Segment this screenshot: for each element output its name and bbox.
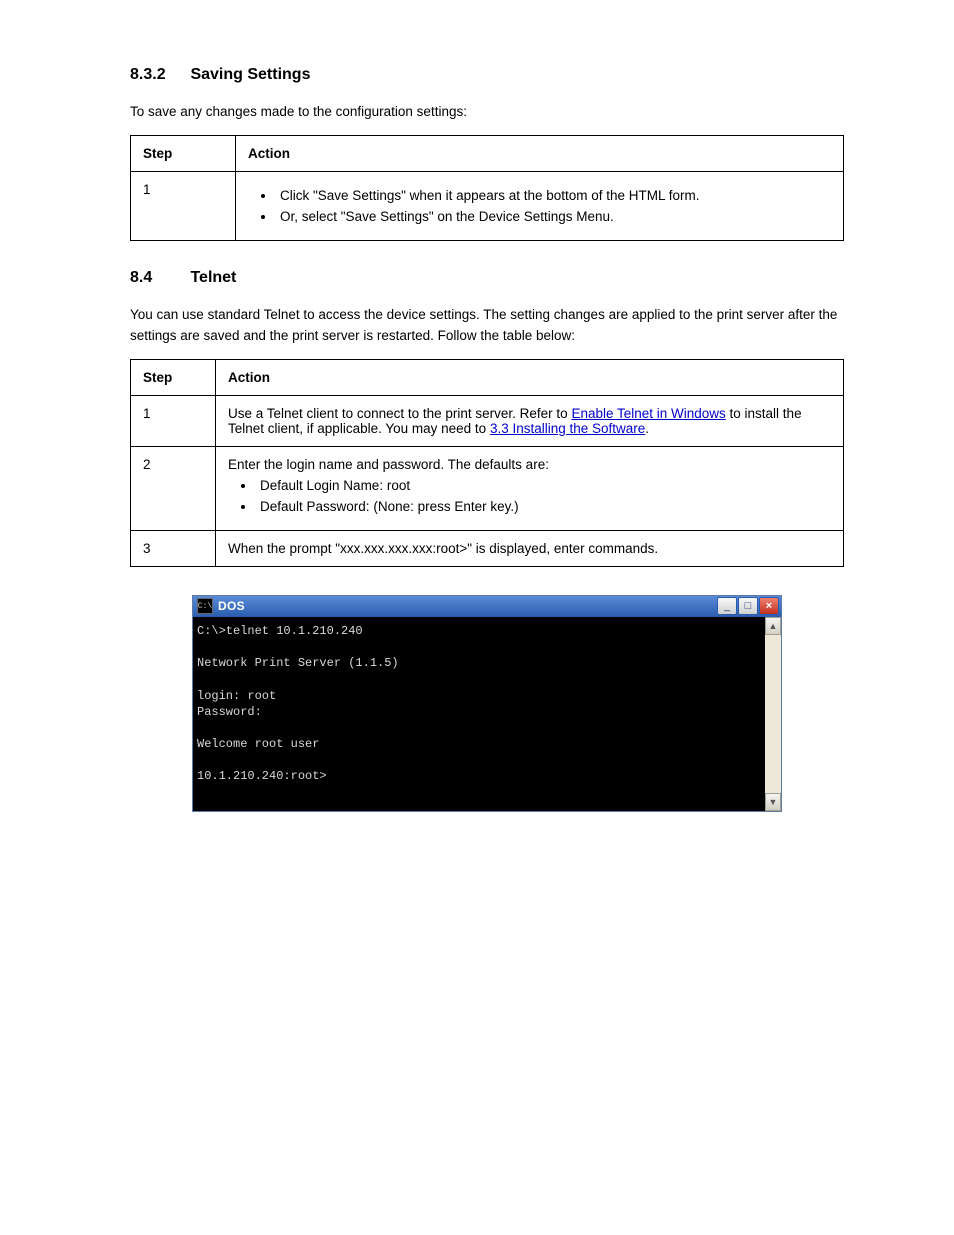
chevron-down-icon: ▼ <box>769 797 778 807</box>
col-action: Action <box>236 135 844 171</box>
table-row: 2 Enter the login name and password. The… <box>131 446 844 530</box>
minimize-icon: _ <box>724 600 730 612</box>
heading-number: 8.3.2 <box>130 66 186 84</box>
section-heading-telnet: 8.4 Telnet <box>130 269 844 287</box>
table-row: 3 When the prompt "xxx.xxx.xxx.xxx:root>… <box>131 530 844 566</box>
minimize-button[interactable]: _ <box>717 597 737 615</box>
col-step: Step <box>131 135 236 171</box>
col-action: Action <box>216 359 844 395</box>
step-action: Use a Telnet client to connect to the pr… <box>216 395 844 446</box>
cmd-icon: C:\ <box>197 598 213 614</box>
close-icon: × <box>766 600 772 612</box>
vertical-scrollbar[interactable]: ▲ ▼ <box>765 617 781 811</box>
step-number: 1 <box>131 395 216 446</box>
heading-number: 8.4 <box>130 269 186 287</box>
maximize-button[interactable]: □ <box>738 597 758 615</box>
link-installing-software[interactable]: 3.3 Installing the Software <box>490 421 645 436</box>
label-default-password: Default Password: <box>260 499 370 514</box>
table-header-row: Step Action <box>131 359 844 395</box>
saving-settings-table: Step Action 1 Click "Save Settings" when… <box>130 135 844 241</box>
maximize-icon: □ <box>745 600 752 612</box>
scroll-up-button[interactable]: ▲ <box>765 617 781 635</box>
table-header-row: Step Action <box>131 135 844 171</box>
section-heading-saving-settings: 8.3.2 Saving Settings <box>130 66 844 84</box>
step-action: Click "Save Settings" when it appears at… <box>236 171 844 240</box>
list-item: Default Password: (None: press Enter key… <box>256 499 831 514</box>
label-default-login: Default Login Name: <box>260 478 383 493</box>
text-fragment: Use a Telnet client to connect to the pr… <box>228 406 571 421</box>
step-action: Enter the login name and password. The d… <box>216 446 844 530</box>
text-fragment: . <box>645 421 649 436</box>
telnet-steps-table: Step Action 1 Use a Telnet client to con… <box>130 359 844 567</box>
value-default-password: (None: press Enter key.) <box>373 499 518 514</box>
step-action: When the prompt "xxx.xxx.xxx.xxx:root>" … <box>216 530 844 566</box>
heading-title: Telnet <box>190 269 236 286</box>
heading-title: Saving Settings <box>190 66 310 83</box>
scroll-down-button[interactable]: ▼ <box>765 793 781 811</box>
close-button[interactable]: × <box>759 597 779 615</box>
dos-terminal-window: C:\ DOS _ □ × C:\>telnet 10.1.210.240 Ne… <box>192 595 782 812</box>
link-enable-telnet-windows[interactable]: Enable Telnet in Windows <box>571 406 725 421</box>
step-number: 1 <box>131 171 236 240</box>
window-titlebar: C:\ DOS _ □ × <box>193 596 781 617</box>
intro-text-saving-settings: To save any changes made to the configur… <box>130 102 844 123</box>
table-row: 1 Click "Save Settings" when it appears … <box>131 171 844 240</box>
table-row: 1 Use a Telnet client to connect to the … <box>131 395 844 446</box>
list-item: Default Login Name: root <box>256 478 831 493</box>
text-line: Enter the login name and password. The d… <box>228 457 831 472</box>
list-item: Or, select "Save Settings" on the Device… <box>276 209 831 224</box>
scroll-track[interactable] <box>765 635 781 793</box>
col-step: Step <box>131 359 216 395</box>
window-title: DOS <box>218 599 717 613</box>
list-item: Click "Save Settings" when it appears at… <box>276 188 831 203</box>
chevron-up-icon: ▲ <box>769 621 778 631</box>
terminal-output[interactable]: C:\>telnet 10.1.210.240 Network Print Se… <box>193 617 765 811</box>
value-default-login: root <box>387 478 410 493</box>
step-number: 2 <box>131 446 216 530</box>
step-number: 3 <box>131 530 216 566</box>
intro-text-telnet: You can use standard Telnet to access th… <box>130 305 844 347</box>
